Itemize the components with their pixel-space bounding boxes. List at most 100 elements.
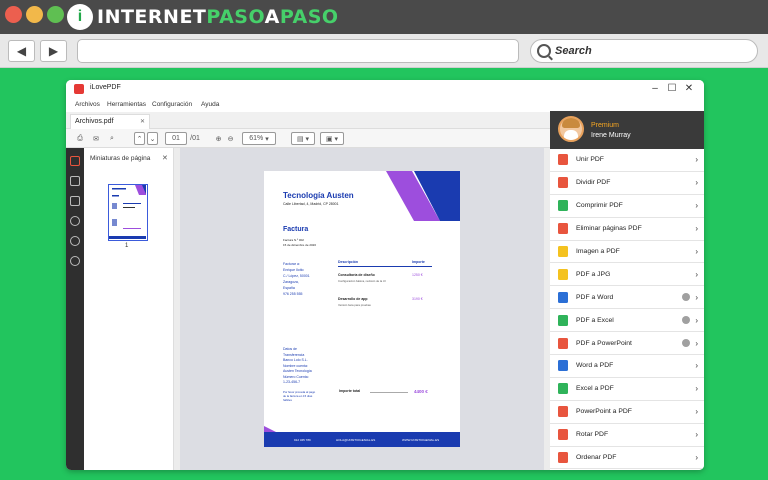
minimize-window-button[interactable] bbox=[26, 6, 43, 23]
pdf-title: Factura bbox=[283, 226, 309, 233]
tool-label: PowerPoint a PDF bbox=[576, 408, 632, 416]
tool-label: PDF a Word bbox=[576, 293, 614, 301]
pdf-decoration bbox=[264, 171, 460, 447]
maximize-icon[interactable]: ☐ bbox=[665, 82, 679, 96]
print-icon[interactable]: ⎙ bbox=[74, 132, 86, 145]
search-doc-icon[interactable]: ⌕ bbox=[106, 132, 118, 145]
tool-label: Word a PDF bbox=[576, 362, 614, 370]
chevron-right-icon: › bbox=[695, 407, 698, 417]
logo-icon: i bbox=[67, 4, 93, 30]
chevron-right-icon: › bbox=[695, 384, 698, 394]
tool-icon bbox=[558, 154, 568, 166]
search-input[interactable]: Search bbox=[530, 39, 758, 63]
user-name: Irene Murray bbox=[591, 132, 631, 139]
tool-item[interactable]: Unir PDF › bbox=[550, 149, 704, 172]
tool-item[interactable]: Excel a PDF › bbox=[550, 378, 704, 401]
tool-item[interactable]: PDF a Excel › bbox=[550, 309, 704, 333]
tool-icon bbox=[558, 360, 568, 372]
site-logo[interactable]: i INTERNETPASOAPASO bbox=[67, 4, 339, 30]
page-thumbnail[interactable] bbox=[108, 184, 148, 241]
info-icon[interactable] bbox=[70, 236, 80, 246]
tool-label: Eliminar páginas PDF bbox=[576, 225, 642, 233]
tool-item[interactable]: Imagen a PDF › bbox=[550, 241, 704, 264]
tool-item[interactable]: PDF a Word › bbox=[550, 286, 704, 310]
menu-herramientas[interactable]: Herramientas bbox=[107, 101, 146, 108]
tool-item[interactable]: PowerPoint a PDF › bbox=[550, 401, 704, 424]
forward-button[interactable]: ▶ bbox=[40, 40, 67, 62]
premium-badge-icon bbox=[682, 293, 691, 302]
tool-icon bbox=[558, 406, 568, 418]
search-icon bbox=[537, 44, 551, 58]
page-number-input[interactable]: 01 bbox=[165, 132, 187, 145]
pdf-col-description: Descripción bbox=[338, 260, 359, 264]
prev-page-button[interactable]: ⌃ bbox=[134, 132, 145, 145]
tool-item[interactable]: Eliminar páginas PDF › bbox=[550, 218, 704, 241]
close-icon[interactable]: ✕ bbox=[682, 82, 696, 96]
mail-icon[interactable]: ✉ bbox=[90, 132, 102, 145]
pdf-item-1-price: 1250 € bbox=[412, 273, 423, 277]
tool-label: PDF a Excel bbox=[576, 316, 614, 324]
tab-archivos-pdf[interactable]: Archivos.pdf ✕ bbox=[70, 114, 150, 129]
pdf-footer: 912 345 789 HOLA@UNSITIOGENIAL.ES WWW.UN… bbox=[264, 432, 460, 447]
browser-navbar: ◀ ▶ Search bbox=[0, 34, 768, 68]
close-tab-icon[interactable]: ✕ bbox=[140, 118, 145, 125]
tool-label: PDF a PowerPoint bbox=[576, 339, 632, 347]
thumbnail-page-number: 1 bbox=[125, 243, 129, 249]
page-layout-select[interactable]: ▣ ▾ bbox=[320, 132, 344, 145]
pdf-total-label: Importe total bbox=[339, 389, 361, 393]
badge-icon[interactable] bbox=[70, 256, 80, 266]
chevron-right-icon: › bbox=[695, 224, 698, 234]
tool-item[interactable]: PDF a JPG › bbox=[550, 263, 704, 287]
back-button[interactable]: ◀ bbox=[8, 40, 35, 62]
tool-icon bbox=[558, 314, 568, 326]
pdf-footer-email: HOLA@UNSITIOGENIAL.ES bbox=[336, 438, 376, 442]
tool-item[interactable]: Rotar PDF › bbox=[550, 424, 704, 447]
bookmark-icon[interactable] bbox=[70, 196, 80, 206]
view-mode-select[interactable]: ▤ ▾ bbox=[291, 132, 315, 145]
next-page-button[interactable]: ⌄ bbox=[147, 132, 158, 145]
chevron-right-icon: › bbox=[695, 338, 698, 348]
chevron-right-icon: › bbox=[695, 201, 698, 211]
close-window-button[interactable] bbox=[5, 6, 22, 23]
pdf-page: Tecnología Austen Calle Libertad, 4, Mad… bbox=[264, 171, 460, 447]
tool-item[interactable]: Word a PDF › bbox=[550, 355, 704, 378]
pdf-meta: Factura N.º 002 15 de diciembre de 2020 bbox=[283, 238, 317, 247]
menu-configuracion[interactable]: Configuración bbox=[152, 101, 192, 108]
tool-icon bbox=[558, 291, 568, 303]
pdf-item-2: Desarrollo de app bbox=[338, 297, 368, 301]
url-bar[interactable] bbox=[77, 39, 519, 63]
ilovepdf-icon bbox=[74, 84, 84, 94]
tool-icon bbox=[558, 177, 568, 189]
tool-item[interactable]: Ordenar PDF › bbox=[550, 447, 704, 470]
menu-ayuda[interactable]: Ayuda bbox=[201, 101, 219, 108]
chevron-right-icon: › bbox=[695, 247, 698, 256]
pdf-company: Tecnología Austen bbox=[283, 191, 354, 200]
premium-label: Premium bbox=[591, 122, 620, 129]
close-thumbnails-icon[interactable]: ✕ bbox=[162, 154, 168, 162]
zoom-select[interactable]: 61% ▾ bbox=[242, 132, 276, 145]
pdf-total-line bbox=[370, 392, 408, 393]
premium-account[interactable]: Premium Irene Murray bbox=[550, 111, 704, 149]
link-icon[interactable] bbox=[70, 216, 80, 226]
pdf-total-value: 4400 € bbox=[414, 389, 428, 394]
tool-icon bbox=[558, 452, 568, 464]
tool-icon bbox=[558, 383, 568, 395]
chevron-right-icon: › bbox=[695, 430, 698, 440]
tool-label: Imagen a PDF bbox=[576, 248, 620, 255]
tab-label: Archivos.pdf bbox=[75, 118, 114, 125]
tool-item[interactable]: PDF a PowerPoint › bbox=[550, 332, 704, 356]
tool-item[interactable]: Comprimir PDF › bbox=[550, 195, 704, 218]
menu-archivos[interactable]: Archivos bbox=[75, 101, 100, 108]
minimize-icon[interactable]: – bbox=[648, 82, 662, 96]
thumbnails-icon[interactable] bbox=[70, 156, 80, 166]
zoom-in-icon[interactable]: ⊕ bbox=[213, 132, 224, 145]
tool-item[interactable]: Dividir PDF › bbox=[550, 172, 704, 195]
maximize-window-button[interactable] bbox=[47, 6, 64, 23]
pdf-footer-phone: 912 345 789 bbox=[294, 438, 311, 442]
tool-label: Rotar PDF bbox=[576, 431, 609, 439]
app-titlebar: iLovePDF – ☐ ✕ bbox=[66, 80, 704, 98]
layers-icon[interactable] bbox=[70, 176, 80, 186]
tool-label: Unir PDF bbox=[576, 156, 604, 164]
chevron-right-icon: › bbox=[695, 453, 698, 463]
zoom-out-icon[interactable]: ⊖ bbox=[225, 132, 236, 145]
